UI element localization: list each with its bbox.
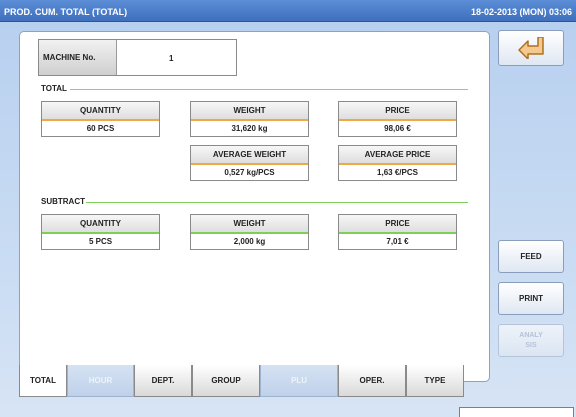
total-weight-value: 31,620 kg: [231, 124, 268, 133]
total-price-value: 98,06 €: [384, 124, 411, 133]
tab-plu[interactable]: PLU: [260, 365, 338, 397]
subtract-divider: [86, 202, 468, 203]
subtract-weight-label: WEIGHT: [191, 215, 308, 232]
average-weight: AVERAGE WEIGHT 0,527 kg/PCS: [190, 145, 309, 181]
tab-hour[interactable]: HOUR: [67, 365, 134, 397]
subtract-price-value: 7,01 €: [386, 237, 409, 246]
return-arrow-icon: [518, 37, 544, 59]
total-price: PRICE 98,06 €: [338, 101, 457, 137]
date-time: 18-02-2013 (MON) 03:06: [470, 7, 572, 17]
tab-oper[interactable]: OPER.: [338, 365, 406, 397]
total-price-label: PRICE: [339, 102, 456, 119]
tab-dept[interactable]: DEPT.: [134, 365, 192, 397]
subtract-quantity: QUANTITY 5 PCS: [41, 214, 160, 250]
report-panel: [19, 31, 490, 382]
status-box: [459, 407, 574, 417]
average-price-label: AVERAGE PRICE: [339, 146, 456, 163]
feed-button[interactable]: FEED: [498, 240, 564, 273]
average-price: AVERAGE PRICE 1,63 €/PCS: [338, 145, 457, 181]
total-weight: WEIGHT 31,620 kg: [190, 101, 309, 137]
total-quantity-value: 60 PCS: [86, 124, 115, 133]
subtract-quantity-label: QUANTITY: [42, 215, 159, 232]
machine-number-value: 1: [169, 54, 174, 63]
total-divider: [70, 89, 468, 90]
print-button[interactable]: PRINT: [498, 282, 564, 315]
analysis-button[interactable]: ANALY SIS: [498, 324, 564, 357]
back-button[interactable]: [498, 30, 564, 66]
title-bar: PROD. CUM. TOTAL (TOTAL) 18-02-2013 (MON…: [0, 0, 576, 22]
total-weight-label: WEIGHT: [191, 102, 308, 119]
subtract-quantity-value: 5 PCS: [88, 237, 113, 246]
machine-number-field[interactable]: MACHINE No. 1: [38, 39, 237, 76]
average-weight-label: AVERAGE WEIGHT: [191, 146, 308, 163]
subtract-section-label: SUBTRACT: [41, 197, 85, 206]
subtract-price: PRICE 7,01 €: [338, 214, 457, 250]
tab-total[interactable]: TOTAL: [19, 365, 67, 397]
tab-group[interactable]: GROUP: [192, 365, 260, 397]
average-price-value: 1,63 €/PCS: [377, 168, 418, 177]
total-section-label: TOTAL: [41, 84, 67, 93]
average-weight-value: 0,527 kg/PCS: [224, 168, 275, 177]
machine-number-label: MACHINE No.: [39, 40, 117, 75]
screen-title: PROD. CUM. TOTAL (TOTAL): [4, 7, 128, 17]
subtract-weight-value: 2,000 kg: [233, 237, 266, 246]
subtract-price-label: PRICE: [339, 215, 456, 232]
tab-type[interactable]: TYPE: [406, 365, 464, 397]
total-quantity: QUANTITY 60 PCS: [41, 101, 160, 137]
total-quantity-label: QUANTITY: [42, 102, 159, 119]
subtract-weight: WEIGHT 2,000 kg: [190, 214, 309, 250]
